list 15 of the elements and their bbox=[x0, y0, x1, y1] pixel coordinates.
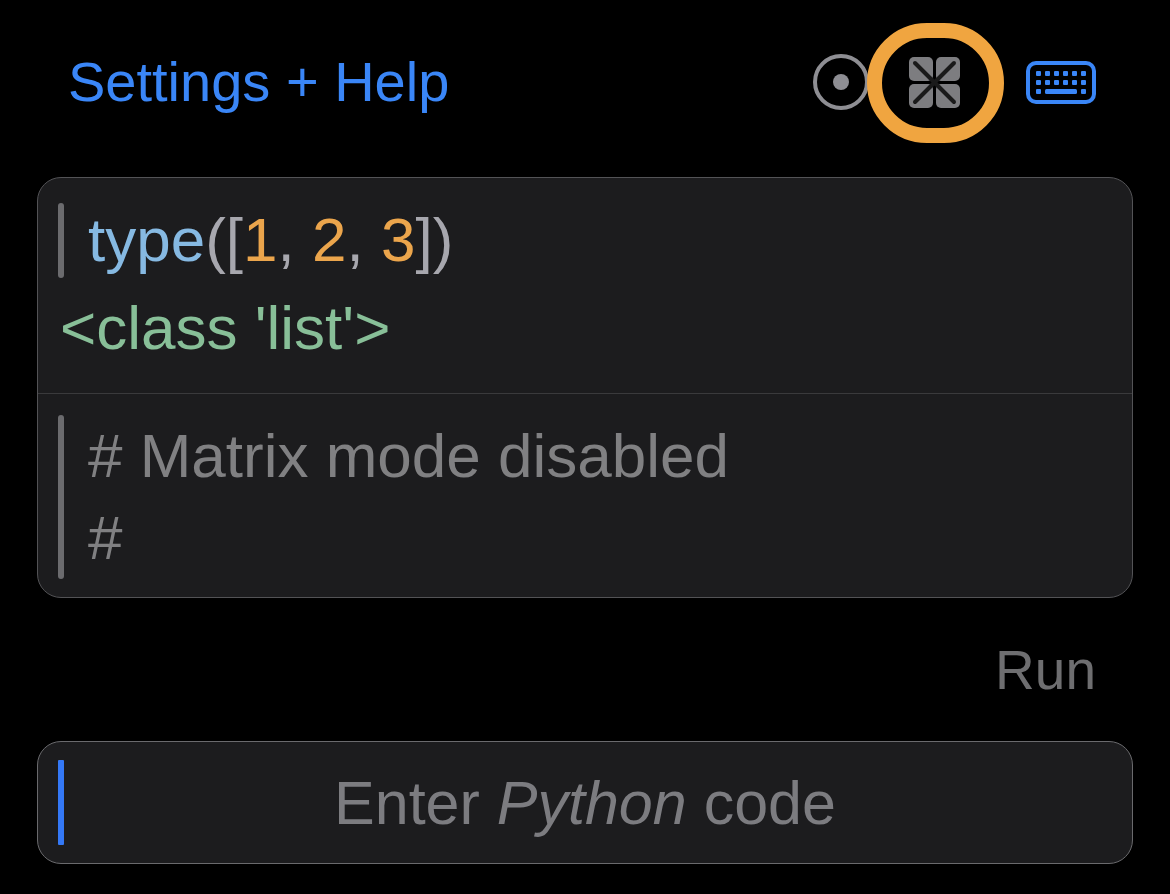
placeholder-text: Enter Python code bbox=[334, 767, 836, 839]
circle-dot-button[interactable] bbox=[813, 54, 869, 110]
settings-help-link[interactable]: Settings + Help bbox=[68, 50, 450, 114]
code-input-field[interactable]: Enter Python code bbox=[37, 741, 1133, 864]
keyboard-button[interactable] bbox=[1026, 60, 1096, 104]
cell-bar-icon bbox=[58, 202, 64, 278]
cell-bar-icon bbox=[58, 415, 64, 579]
code-line: type([1, 2, 3]) bbox=[88, 204, 454, 276]
output-line: <class 'list'> bbox=[60, 292, 391, 364]
keyboard-icon bbox=[1026, 60, 1096, 104]
circle-dot-icon bbox=[813, 54, 869, 110]
comment-line: # bbox=[88, 502, 123, 574]
grid-x-icon bbox=[909, 56, 960, 108]
comment-line: # Matrix mode disabled bbox=[88, 420, 729, 492]
matrix-button[interactable] bbox=[909, 56, 960, 108]
